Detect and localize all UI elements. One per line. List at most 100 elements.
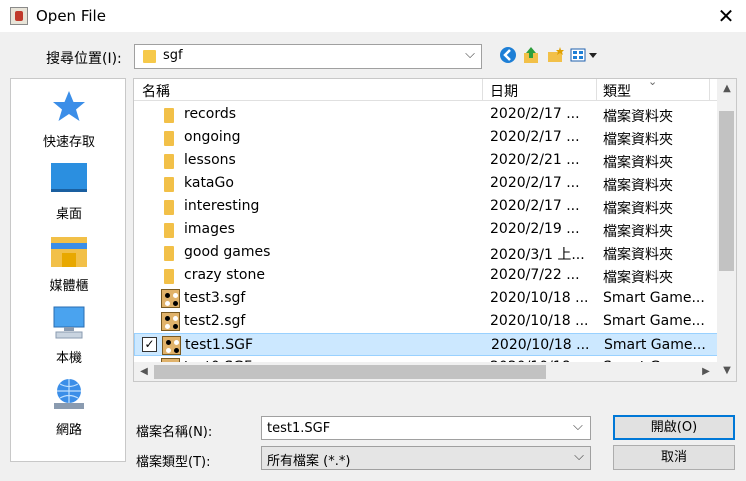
open-button[interactable]: 開啟(O): [613, 415, 735, 440]
new-folder-icon[interactable]: [547, 46, 565, 64]
file-name-label: 檔案名稱(N):: [136, 425, 213, 440]
chevron-down-icon: ⌵: [465, 47, 475, 62]
file-row[interactable]: records 2020/2/17 ... 檔案資料夾: [134, 103, 718, 126]
file-row[interactable]: images 2020/2/19 ... 檔案資料夾: [134, 218, 718, 241]
sgf-file-icon: [161, 312, 180, 331]
place-network[interactable]: 網路: [11, 373, 127, 441]
file-date: 2020/10/18 ...: [490, 290, 589, 306]
place-library[interactable]: 媒體櫃: [11, 229, 127, 297]
close-button[interactable]: ✕: [706, 0, 746, 32]
file-row[interactable]: lessons 2020/2/21 ... 檔案資料夾: [134, 149, 718, 172]
vertical-scroll-thumb[interactable]: [719, 111, 734, 271]
file-type: 檔案資料夾: [603, 201, 673, 217]
place-quick-access[interactable]: 快速存取: [11, 85, 127, 153]
file-row[interactable]: good games 2020/3/1 上... 檔案資料夾: [134, 241, 718, 264]
file-date: 2020/2/17 ...: [490, 175, 580, 191]
file-name: records: [184, 106, 237, 122]
file-type-combobox[interactable]: 所有檔案 (*.*) ⌵: [261, 446, 591, 470]
file-date: 2020/2/19 ...: [490, 221, 580, 237]
file-name: test3.sgf: [184, 290, 246, 306]
scroll-down-icon[interactable]: ▼: [717, 361, 736, 381]
file-row[interactable]: ongoing 2020/2/17 ... 檔案資料夾: [134, 126, 718, 149]
file-type-value: 所有檔案 (*.*): [267, 454, 351, 469]
sgf-file-icon: [162, 336, 181, 355]
file-type: 檔案資料夾: [603, 109, 673, 125]
file-name: test2.sgf: [184, 313, 246, 329]
file-name: crazy stone: [184, 267, 265, 283]
back-icon[interactable]: [499, 46, 517, 64]
folder-icon: [164, 177, 174, 192]
row-checkbox[interactable]: ✓: [142, 337, 157, 352]
place-label: 本機: [55, 351, 82, 366]
look-in-value: sgf: [163, 48, 183, 63]
desktop-icon: [51, 163, 87, 192]
sort-chevron-icon: ⌄: [648, 78, 658, 88]
file-row[interactable]: interesting 2020/2/17 ... 檔案資料夾: [134, 195, 718, 218]
computer-icon: [53, 306, 85, 339]
chevron-down-icon: ⌵: [574, 449, 584, 464]
place-this-pc[interactable]: 本機: [11, 301, 127, 369]
title-bar: Open File ✕: [0, 0, 746, 32]
file-name: test1.SGF: [185, 337, 254, 353]
file-name-input[interactable]: [261, 416, 591, 440]
file-date: 2020/7/22 ...: [490, 267, 580, 283]
horizontal-scroll-thumb[interactable]: [154, 365, 546, 379]
cancel-button[interactable]: 取消: [613, 445, 735, 470]
place-desktop[interactable]: 桌面: [11, 157, 127, 225]
look-in-combobox[interactable]: sgf ⌵: [134, 44, 482, 69]
chevron-down-icon[interactable]: ⌵: [573, 419, 583, 434]
folder-icon: [164, 154, 174, 169]
file-name: images: [184, 221, 235, 237]
file-row[interactable]: crazy stone 2020/7/22 ... 檔案資料夾: [134, 264, 718, 287]
folder-icon: [164, 108, 174, 123]
file-type: 檔案資料夾: [603, 178, 673, 194]
column-header-name[interactable]: 名稱: [142, 81, 170, 101]
file-type: Smart Game...: [604, 337, 706, 353]
folder-icon: [164, 246, 174, 261]
file-date: 2020/2/21 ...: [490, 152, 580, 168]
folder-icon: [164, 200, 174, 215]
file-type: Smart Game...: [603, 290, 705, 306]
file-type: 檔案資料夾: [603, 155, 673, 171]
file-name: good games: [184, 244, 271, 260]
folder-icon: [164, 269, 174, 284]
file-name: interesting: [184, 198, 260, 214]
star-icon: [53, 91, 85, 121]
place-label: 網路: [55, 423, 82, 438]
scroll-up-icon[interactable]: ▲: [717, 79, 736, 99]
view-menu-icon[interactable]: [570, 46, 600, 64]
column-header-date[interactable]: 日期: [490, 81, 518, 101]
file-type: 檔案資料夾: [603, 247, 673, 263]
file-name: lessons: [184, 152, 236, 168]
column-header-type[interactable]: 類型: [603, 81, 631, 101]
file-list: 名稱 日期 類型 ⌄ records 2020/2/17 ... 檔案資料夾 ongo…: [133, 78, 737, 382]
up-folder-icon[interactable]: [522, 46, 540, 64]
file-row[interactable]: kataGo 2020/2/17 ... 檔案資料夾: [134, 172, 718, 195]
places-bar: 快速存取 桌面 媒體櫃 本機 網路: [10, 78, 126, 462]
file-name: kataGo: [184, 175, 234, 191]
vertical-scrollbar[interactable]: ▲ ▼: [717, 79, 736, 381]
library-icon: [51, 237, 87, 267]
folder-icon: [164, 131, 174, 146]
place-label: 快速存取: [42, 135, 95, 150]
file-date: 2020/2/17 ...: [490, 198, 580, 214]
file-date: 2020/3/1 上...: [490, 247, 585, 263]
scroll-right-icon[interactable]: ▶: [696, 362, 716, 381]
file-date: 2020/10/18 ...: [490, 313, 589, 329]
network-icon: [54, 379, 84, 409]
file-type: Smart Game...: [603, 313, 705, 329]
folder-icon: [164, 223, 174, 238]
horizontal-scrollbar[interactable]: ◀ ▶: [134, 362, 718, 381]
file-date: 2020/2/17 ...: [490, 129, 580, 145]
sgf-file-icon: [161, 289, 180, 308]
file-row[interactable]: test2.sgf 2020/10/18 ... Smart Game...: [134, 310, 718, 333]
folder-icon: [143, 50, 156, 63]
java-app-icon: [10, 7, 28, 25]
file-row[interactable]: ✓ test1.SGF 2020/10/18 ... Smart Game...: [134, 333, 718, 356]
file-date: 2020/10/18 ...: [491, 337, 590, 353]
place-label: 桌面: [55, 207, 82, 222]
file-type: 檔案資料夾: [603, 270, 673, 286]
scroll-left-icon[interactable]: ◀: [134, 362, 154, 381]
file-date: 2020/2/17 ...: [490, 106, 580, 122]
file-row[interactable]: test3.sgf 2020/10/18 ... Smart Game...: [134, 287, 718, 310]
